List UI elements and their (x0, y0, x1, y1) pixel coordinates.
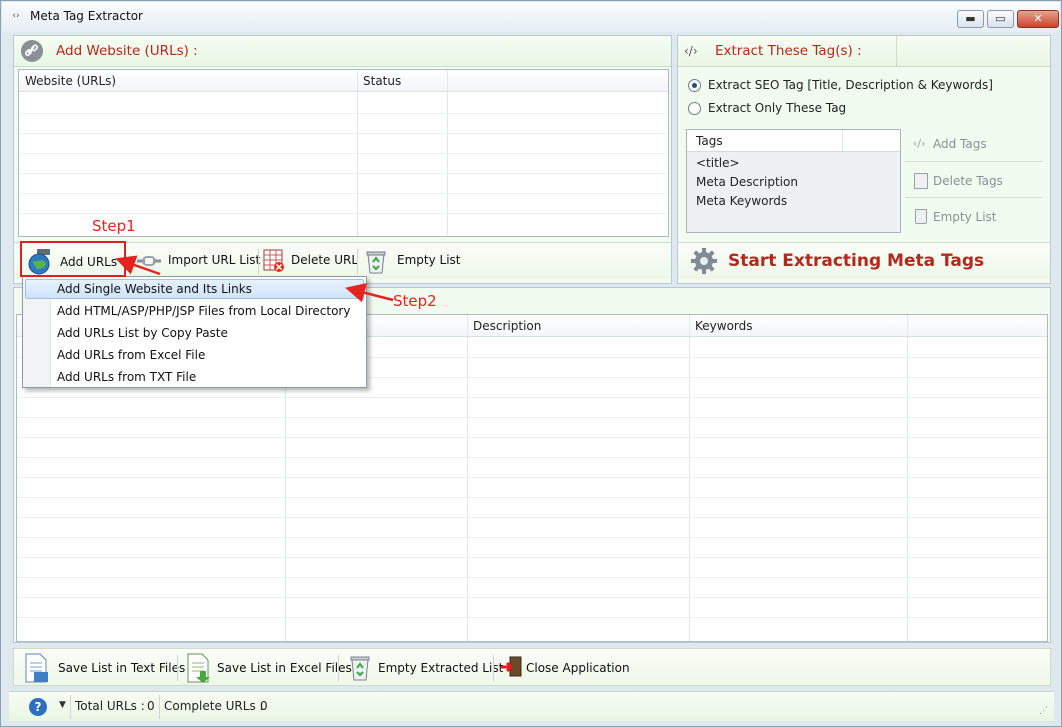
radio-extract-seo[interactable]: Extract SEO Tag [Title, Description & Ke… (688, 77, 1048, 95)
maximize-button[interactable]: ▭ (987, 10, 1014, 28)
column-header-website[interactable]: Website (URLs) (25, 74, 116, 88)
delete-tags-label: Delete Tags (933, 174, 1003, 188)
start-extracting-label: Start Extracting Meta Tags (728, 251, 985, 271)
add-tags-label: Add Tags (933, 137, 987, 151)
gear-icon (690, 247, 718, 275)
menu-item-add-excel[interactable]: Add URLs from Excel File (57, 348, 205, 362)
tags-pane-title: Extract These Tag(s) : (715, 43, 862, 59)
bottom-toolbar: Save List in Text Files Save List in Exc… (13, 648, 1051, 686)
title-bar[interactable]: ‹› Meta Tag Extractor ▬ ▭ ✕ (2, 2, 1060, 32)
save-text-label: Save List in Text Files (58, 661, 186, 675)
total-urls-value: 0 (147, 699, 155, 713)
window-title: Meta Tag Extractor (30, 9, 143, 23)
tag-item-description[interactable]: Meta Description (696, 175, 798, 189)
radio-seo-label: Extract SEO Tag [Title, Description & Ke… (708, 78, 993, 92)
radio-only-label: Extract Only These Tag (708, 101, 847, 115)
start-extracting-button[interactable]: Start Extracting Meta Tags (678, 242, 1050, 279)
column-header-description[interactable]: Description (473, 319, 541, 333)
close-application-button[interactable]: Close Application (498, 651, 630, 683)
excel-file-icon (186, 653, 212, 683)
exit-door-icon (500, 655, 524, 679)
step1-annotation: Step1 (92, 217, 136, 235)
radio-seo-circle (688, 79, 701, 92)
empty-tags-label: Empty List (933, 210, 997, 224)
text-file-icon (24, 653, 50, 683)
website-pane-header: Add Website (URLs) : (14, 36, 671, 67)
empty-tags-bin-icon (915, 209, 927, 224)
empty-list-label: Empty List (397, 253, 461, 267)
link-icon (20, 39, 44, 63)
minimize-button[interactable]: ▬ (957, 10, 984, 28)
resize-grip-icon[interactable]: ⋰ (1039, 706, 1048, 716)
save-excel-button[interactable]: Save List in Excel Files (184, 651, 352, 683)
step2-arrow (345, 283, 394, 303)
tag-item-keywords[interactable]: Meta Keywords (696, 194, 787, 208)
code-brackets-icon: ‹/› (684, 44, 698, 58)
website-grid-header: Website (URLs) Status (19, 70, 668, 92)
empty-extracted-label: Empty Extracted List (378, 661, 504, 675)
menu-item-add-copy-paste[interactable]: Add URLs List by Copy Paste (57, 326, 228, 340)
delete-tags-icon (914, 173, 928, 189)
tags-pane-header: ‹/› Extract These Tag(s) : (678, 36, 1050, 67)
help-dropdown-arrow-icon[interactable]: ▼ (59, 700, 66, 710)
help-icon[interactable]: ? (29, 698, 47, 716)
tags-header-label: Tags (696, 134, 723, 148)
tags-listbox[interactable]: Tags <title> Meta Description Meta Keywo… (686, 129, 901, 233)
complete-urls-label: Complete URLs : (164, 699, 264, 713)
status-bar: ? ▼ Total URLs : 0 Complete URLs : 0 ⋰ (9, 691, 1054, 721)
save-text-button[interactable]: Save List in Text Files (22, 651, 185, 683)
radio-only-circle (688, 102, 701, 115)
save-excel-label: Save List in Excel Files (217, 661, 352, 675)
radio-extract-only[interactable]: Extract Only These Tag (688, 100, 1048, 118)
tags-pane: ‹/› Extract These Tag(s) : Extract SEO T… (677, 35, 1051, 284)
menu-item-add-txt[interactable]: Add URLs from TXT File (57, 370, 196, 384)
tag-item-title[interactable]: <title> (696, 156, 740, 170)
column-header-status[interactable]: Status (363, 74, 401, 88)
website-pane-title: Add Website (URLs) : (56, 43, 198, 59)
recycle-bin-icon (350, 655, 370, 681)
close-application-label: Close Application (526, 661, 630, 675)
add-tags-button[interactable]: ‹/› Add Tags (905, 129, 1043, 162)
tag-actions: ‹/› Add Tags Delete Tags Empty List (905, 129, 1043, 233)
app-icon: ‹› (12, 11, 20, 21)
total-urls-label: Total URLs : (75, 699, 145, 713)
add-tags-icon: ‹/› (913, 137, 926, 150)
website-url-grid[interactable]: Website (URLs) Status (18, 69, 669, 237)
close-window-button[interactable]: ✕ (1017, 10, 1059, 28)
tags-list-header: Tags (687, 130, 900, 152)
annotation-arrows (115, 255, 394, 303)
complete-urls-value: 0 (260, 699, 268, 713)
empty-extracted-button[interactable]: Empty Extracted List (348, 651, 503, 683)
step1-arrow (115, 255, 161, 276)
delete-tags-button[interactable]: Delete Tags (905, 165, 1043, 198)
empty-tags-button[interactable]: Empty List (905, 201, 1043, 234)
column-header-keywords[interactable]: Keywords (695, 319, 753, 333)
